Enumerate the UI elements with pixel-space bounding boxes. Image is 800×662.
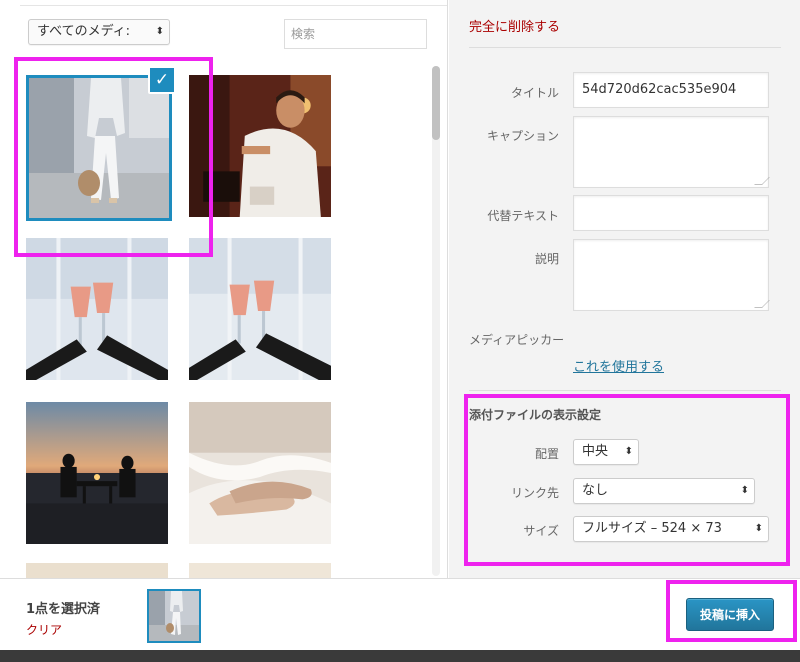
- title-field[interactable]: 54d720d62cac535e904: [573, 72, 769, 108]
- resize-handle-icon[interactable]: [754, 177, 770, 185]
- resize-handle-icon[interactable]: [754, 300, 770, 308]
- media-filter-value: すべてのメディ:: [37, 24, 131, 39]
- media-filter-select[interactable]: すべてのメディ: ⬍: [28, 19, 170, 45]
- media-item-3[interactable]: [26, 238, 168, 380]
- media-item-7[interactable]: [26, 563, 168, 578]
- highlight-box-display-settings: [464, 394, 790, 566]
- caption-field[interactable]: [573, 116, 770, 188]
- media-item-6[interactable]: [189, 402, 331, 544]
- grid-scrollbar[interactable]: [432, 66, 440, 576]
- woman-white-outfit-mini-image: [149, 591, 199, 641]
- alt-text-field[interactable]: [573, 195, 769, 231]
- highlight-box-selected-image: [14, 57, 213, 257]
- delete-permanently-link[interactable]: 完全に削除する: [469, 16, 560, 35]
- alt-text-label: 代替テキスト: [487, 209, 559, 223]
- divider: [469, 390, 781, 391]
- media-item-4[interactable]: [189, 238, 331, 380]
- champagne-toast-image: [26, 238, 168, 380]
- use-this-link[interactable]: これを使用する: [573, 356, 664, 375]
- media-search-input[interactable]: [284, 19, 427, 49]
- highlight-box-insert-button: [666, 580, 797, 642]
- description-field[interactable]: [573, 239, 770, 311]
- media-item-8[interactable]: [189, 563, 331, 578]
- clear-selection-link[interactable]: クリア: [26, 621, 62, 638]
- select-arrows-icon: ⬍: [152, 20, 164, 44]
- divider: [469, 47, 781, 48]
- champagne-toast-2-image: [189, 238, 331, 380]
- media-picker-label: メディアピッカー: [469, 333, 565, 347]
- title-label: タイトル: [510, 86, 559, 100]
- browser-top-border: [20, 0, 447, 6]
- beach-dinner-image: [26, 402, 168, 544]
- selected-thumbnail[interactable]: [147, 589, 201, 643]
- bottom-edge-bar: [0, 650, 800, 662]
- description-label: 説明: [534, 252, 559, 266]
- selection-count: 1点を選択済: [26, 602, 101, 617]
- media-item-5[interactable]: [26, 402, 168, 544]
- caption-label: キャプション: [486, 129, 559, 143]
- feet-in-bed-image: [189, 402, 331, 544]
- scrollbar-thumb[interactable]: [432, 66, 440, 140]
